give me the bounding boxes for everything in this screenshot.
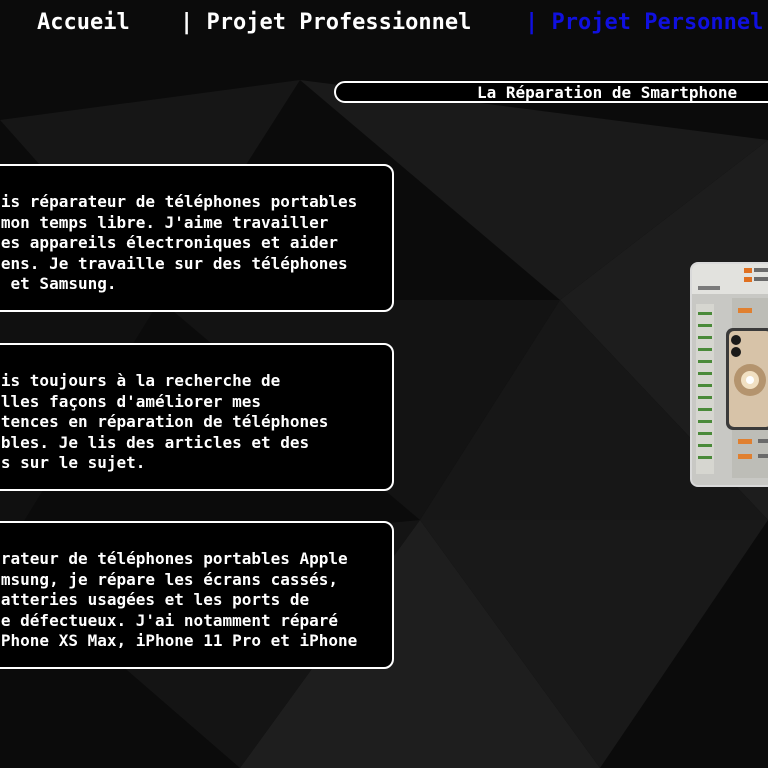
section-title: La Réparation de Smartphone [477,83,738,102]
smartphone-repair-photo [690,262,768,487]
top-navigation: Accueil | Projet Professionnel | Projet … [0,8,768,40]
nav-link-accueil[interactable]: Accueil [37,8,130,38]
nav-link-projet-personnel[interactable]: | Projet Personnel [525,8,763,38]
section-title-pill: La Réparation de Smartphone [334,81,768,103]
text-card-2: is toujours à la recherche de lles façon… [0,343,394,491]
card-text-2: is toujours à la recherche de lles façon… [0,371,329,472]
text-card-3: rateur de téléphones portables Apple msu… [0,521,394,669]
card-text-3: rateur de téléphones portables Apple msu… [0,549,358,650]
nav-link-projet-professionnel[interactable]: | Projet Professionnel [180,8,471,38]
photo-image [692,264,768,485]
text-card-1: is réparateur de téléphones portables mo… [0,164,394,312]
card-text-1: is réparateur de téléphones portables mo… [0,192,358,293]
